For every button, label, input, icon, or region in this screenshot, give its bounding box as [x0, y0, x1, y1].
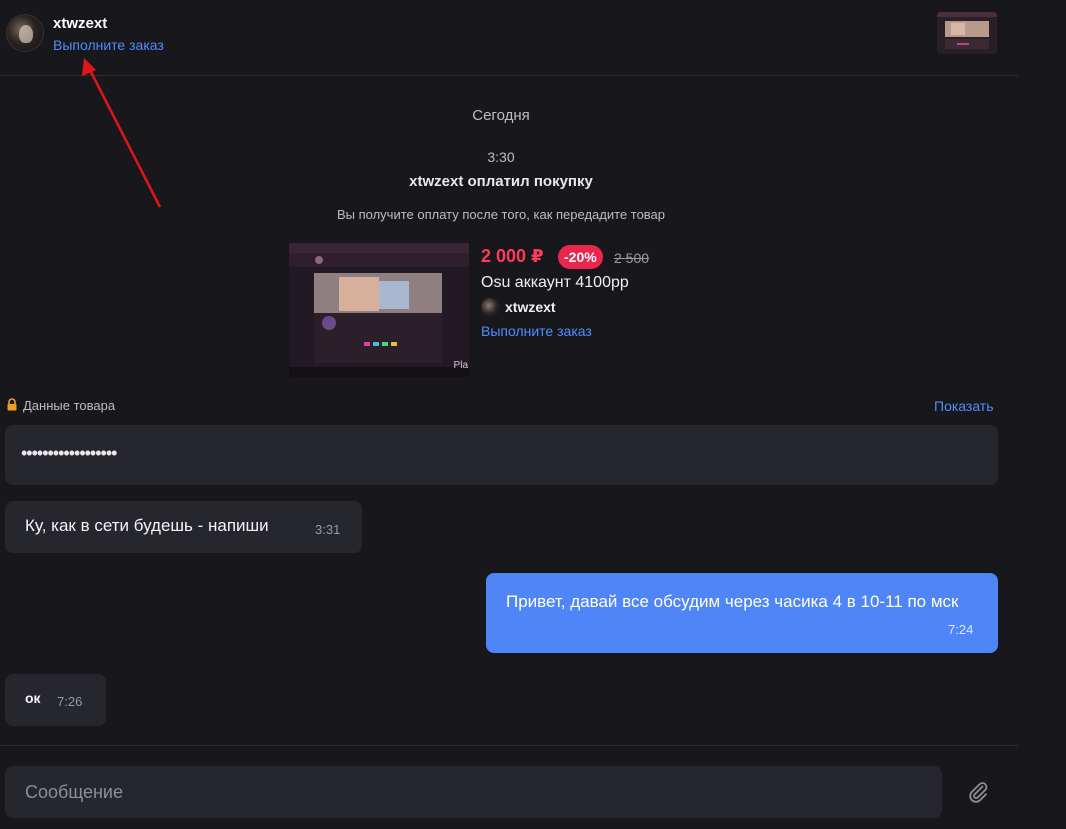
chat-window: xtwzext Выполните заказ Сегодня 3:30 xtw…: [0, 0, 1066, 829]
message-time: 7:24: [948, 622, 974, 637]
lock-icon: [7, 398, 17, 411]
product-price: 2 000 ₽: [481, 246, 544, 266]
message-text: ок: [25, 690, 41, 706]
message-time: 3:31: [315, 522, 341, 537]
message-bubble-incoming[interactable]: ок 7:26: [5, 674, 106, 726]
message-text: Ку, как в сети будешь - напиши: [25, 516, 269, 535]
show-data-button[interactable]: Показать: [934, 398, 994, 414]
composer-divider: [0, 745, 1018, 746]
product-thumbnail-header[interactable]: [937, 12, 997, 54]
product-title[interactable]: Osu аккаунт 4100pp: [481, 274, 629, 292]
message-input[interactable]: [5, 766, 942, 818]
paperclip-icon[interactable]: [966, 780, 990, 804]
discount-badge: -20%: [558, 245, 603, 269]
date-separator: Сегодня: [472, 107, 530, 124]
complete-order-link[interactable]: Выполните заказ: [481, 323, 592, 339]
product-image[interactable]: Pla: [289, 243, 469, 377]
chat-header: xtwzext Выполните заказ: [0, 0, 1018, 76]
seller-name[interactable]: xtwzext: [505, 299, 556, 315]
message-text: Привет, давай все обсудим через часика 4…: [506, 592, 959, 611]
seller-avatar: [481, 298, 500, 317]
message-bubble-incoming[interactable]: Ку, как в сети будешь - напиши 3:31: [5, 501, 362, 553]
system-message-note: Вы получите оплату после того, как перед…: [336, 207, 666, 222]
message-time: 7:26: [57, 694, 83, 709]
product-screenshot: [289, 243, 469, 377]
product-image-caption: Pla: [453, 360, 468, 371]
product-data-box: ••••••••••••••••••: [5, 425, 998, 485]
chat-user-name[interactable]: xtwzext: [53, 15, 107, 32]
product-screenshot-thumb: [937, 12, 997, 54]
system-message-title: xtwzext оплатил покупку: [409, 173, 593, 190]
system-message-time: 3:30: [487, 149, 515, 165]
user-avatar[interactable]: [6, 14, 44, 52]
masked-product-data: ••••••••••••••••••: [21, 443, 117, 463]
order-status-link[interactable]: Выполните заказ: [53, 37, 164, 53]
product-data-label: Данные товара: [23, 398, 116, 413]
message-bubble-outgoing[interactable]: Привет, давай все обсудим через часика 4…: [486, 573, 998, 653]
old-price: 2 500: [614, 250, 650, 266]
